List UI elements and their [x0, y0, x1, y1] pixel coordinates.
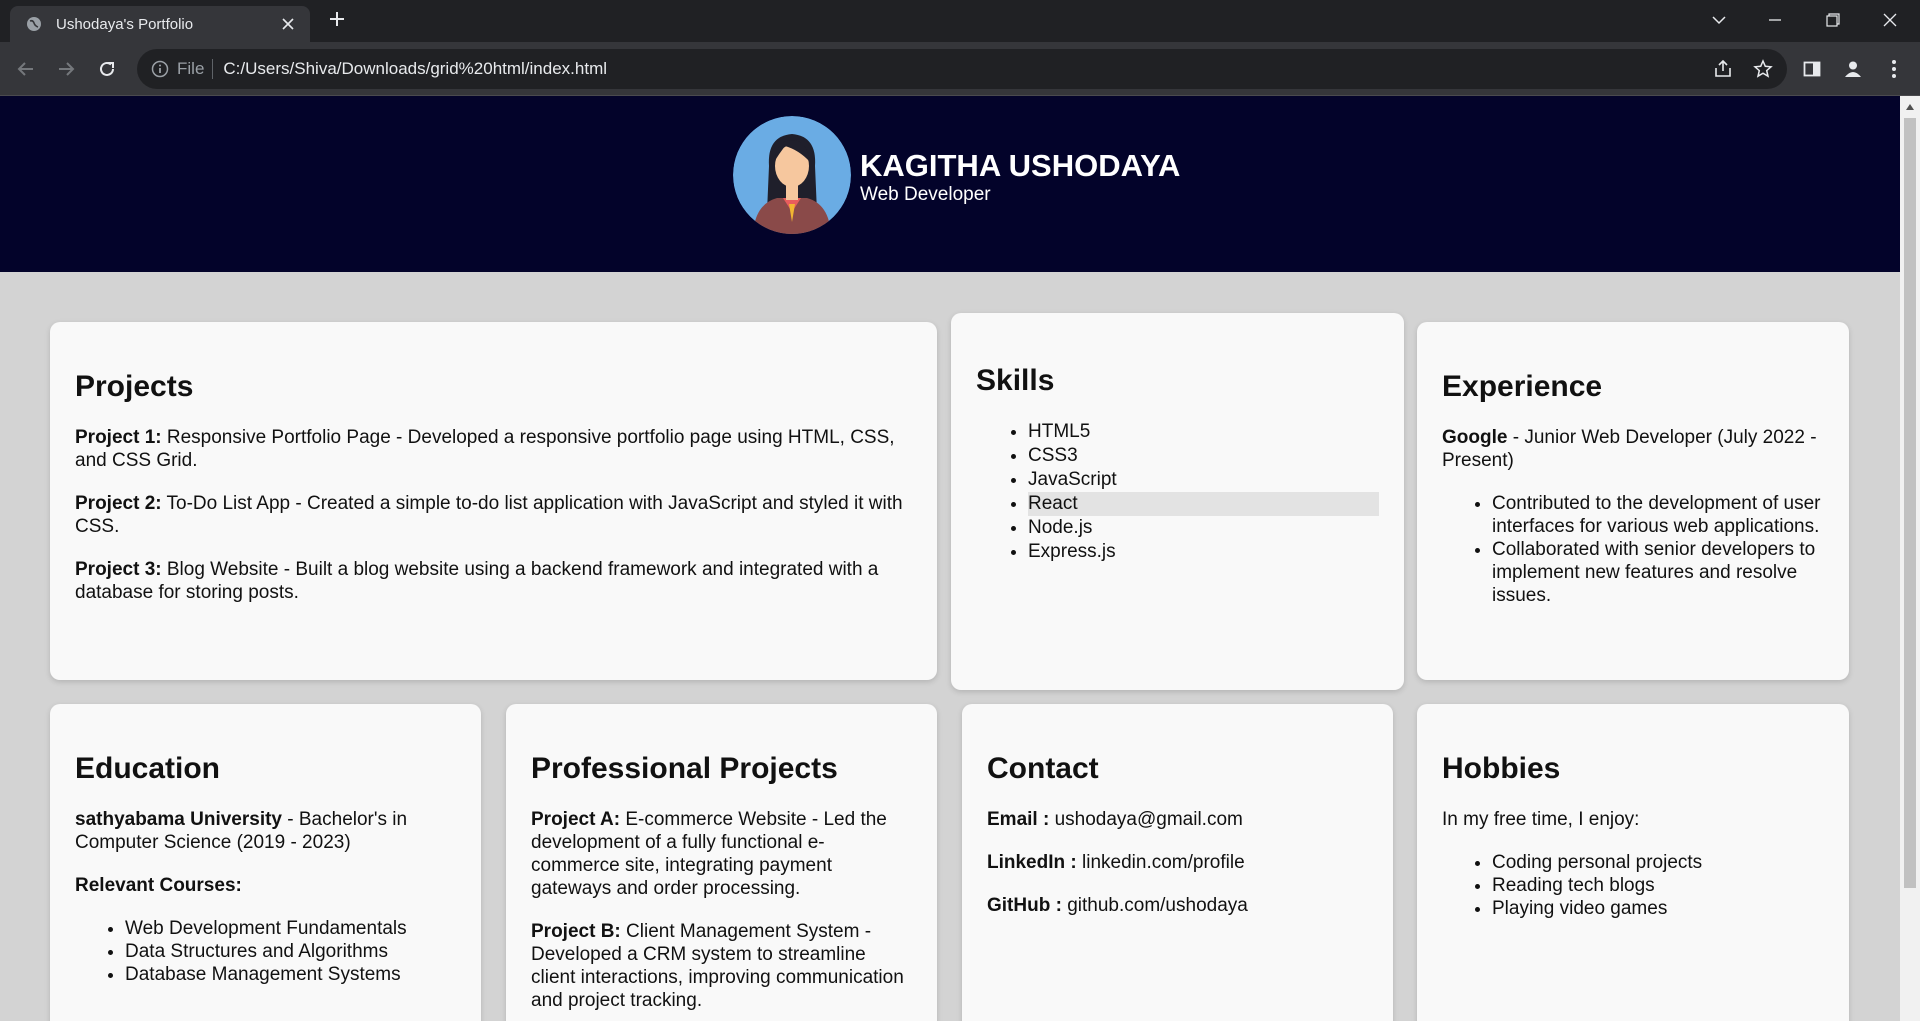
- hobby-item: Playing video games: [1492, 897, 1824, 920]
- scroll-thumb[interactable]: [1904, 118, 1916, 888]
- skill-item: CSS3: [1028, 444, 1379, 468]
- professional-projects-card: Professional Projects Project A: E-comme…: [506, 704, 937, 1021]
- hobbies-list: Coding personal projects Reading tech bl…: [1442, 851, 1824, 920]
- skill-item: Express.js: [1028, 540, 1379, 564]
- hobby-item: Coding personal projects: [1492, 851, 1824, 874]
- skill-item: HTML5: [1028, 420, 1379, 444]
- skill-item: Node.js: [1028, 516, 1379, 540]
- page-viewport: KAGITHA USHODAYA Web Developer Projects …: [0, 96, 1900, 1021]
- education-degree: sathyabama University - Bachelor's in Co…: [75, 809, 408, 853]
- experience-card: Experience Google - Junior Web Developer…: [1417, 322, 1849, 680]
- side-panel-icon[interactable]: [1800, 57, 1824, 81]
- close-icon[interactable]: [278, 14, 298, 34]
- close-window-icon[interactable]: [1878, 8, 1902, 32]
- profile-icon[interactable]: [1841, 57, 1865, 81]
- tab-search-chevron-icon[interactable]: [1707, 8, 1731, 32]
- skill-item: JavaScript: [1028, 468, 1379, 492]
- courses-label: Relevant Courses:: [75, 875, 242, 896]
- forward-arrow-icon[interactable]: [52, 55, 80, 83]
- tab-strip: Ushodaya's Portfolio: [0, 0, 1920, 42]
- contact-linkedin: LinkedIn : linkedin.com/profile: [987, 852, 1245, 873]
- courses-list: Web Development Fundamentals Data Struct…: [75, 917, 456, 986]
- experience-item: Contributed to the development of user i…: [1492, 492, 1824, 538]
- globe-icon: [26, 16, 42, 32]
- share-icon[interactable]: [1711, 57, 1735, 81]
- menu-kebab-icon[interactable]: [1882, 57, 1906, 81]
- projects-card: Projects Project 1: Responsive Portfolio…: [50, 322, 937, 680]
- profile-name: KAGITHA USHODAYA: [860, 148, 1181, 183]
- page-header: KAGITHA USHODAYA Web Developer: [0, 96, 1900, 272]
- address-bar[interactable]: File C:/Users/Shiva/Downloads/grid%20htm…: [137, 49, 1787, 89]
- professional-projects-heading: Professional Projects: [531, 752, 838, 785]
- hobbies-intro: In my free time, I enjoy:: [1442, 809, 1640, 830]
- skills-list: HTML5 CSS3 JavaScript React Node.js Expr…: [976, 420, 1379, 564]
- hobbies-card: Hobbies In my free time, I enjoy: Coding…: [1417, 704, 1849, 1021]
- tab-title: Ushodaya's Portfolio: [56, 15, 194, 33]
- browser-toolbar: File C:/Users/Shiva/Downloads/grid%20htm…: [0, 42, 1920, 96]
- course-item: Data Structures and Algorithms: [125, 940, 456, 963]
- bookmark-star-icon[interactable]: [1751, 57, 1775, 81]
- contact-heading: Contact: [987, 752, 1099, 785]
- skills-card: Skills HTML5 CSS3 JavaScript React Node.…: [951, 313, 1404, 690]
- project-item: Project 2: To-Do List App - Created a si…: [75, 493, 903, 537]
- professional-project-item: Project B: Client Management System - De…: [531, 921, 904, 1011]
- contact-card: Contact Email : ushodaya@gmail.com Linke…: [962, 704, 1393, 1021]
- avatar: [733, 116, 851, 234]
- profile-role: Web Developer: [860, 184, 991, 205]
- experience-item: Collaborated with senior developers to i…: [1492, 538, 1824, 607]
- minimize-icon[interactable]: [1763, 8, 1787, 32]
- experience-heading: Experience: [1442, 370, 1603, 403]
- url-text[interactable]: C:/Users/Shiva/Downloads/grid%20html/ind…: [223, 59, 607, 79]
- page-scrollbar[interactable]: [1900, 96, 1920, 1021]
- reload-icon[interactable]: [93, 55, 121, 83]
- course-item: Database Management Systems: [125, 963, 456, 986]
- contact-github: GitHub : github.com/ushodaya: [987, 895, 1248, 916]
- hobby-item: Reading tech blogs: [1492, 874, 1824, 897]
- scheme-label: File: [177, 59, 214, 79]
- project-item: Project 3: Blog Website - Built a blog w…: [75, 559, 879, 603]
- education-heading: Education: [75, 752, 221, 785]
- back-arrow-icon[interactable]: [12, 55, 40, 83]
- scroll-up-arrow-icon[interactable]: [1906, 104, 1914, 110]
- project-item: Project 1: Responsive Portfolio Page - D…: [75, 427, 895, 471]
- new-tab-button[interactable]: [326, 10, 348, 32]
- professional-project-item: Project A: E-commerce Website - Led the …: [531, 809, 887, 899]
- tab-portfolio[interactable]: Ushodaya's Portfolio: [10, 6, 310, 42]
- skills-heading: Skills: [976, 364, 1055, 397]
- skill-item-highlighted: React: [1028, 492, 1379, 516]
- info-icon[interactable]: [151, 60, 169, 78]
- experience-role: Google - Junior Web Developer (July 2022…: [1442, 427, 1817, 471]
- contact-email: Email : ushodaya@gmail.com: [987, 809, 1243, 830]
- hobbies-heading: Hobbies: [1442, 752, 1561, 785]
- course-item: Web Development Fundamentals: [125, 917, 456, 940]
- education-card: Education sathyabama University - Bachel…: [50, 704, 481, 1021]
- projects-heading: Projects: [75, 370, 194, 403]
- experience-list: Contributed to the development of user i…: [1442, 492, 1824, 607]
- restore-icon[interactable]: [1821, 8, 1845, 32]
